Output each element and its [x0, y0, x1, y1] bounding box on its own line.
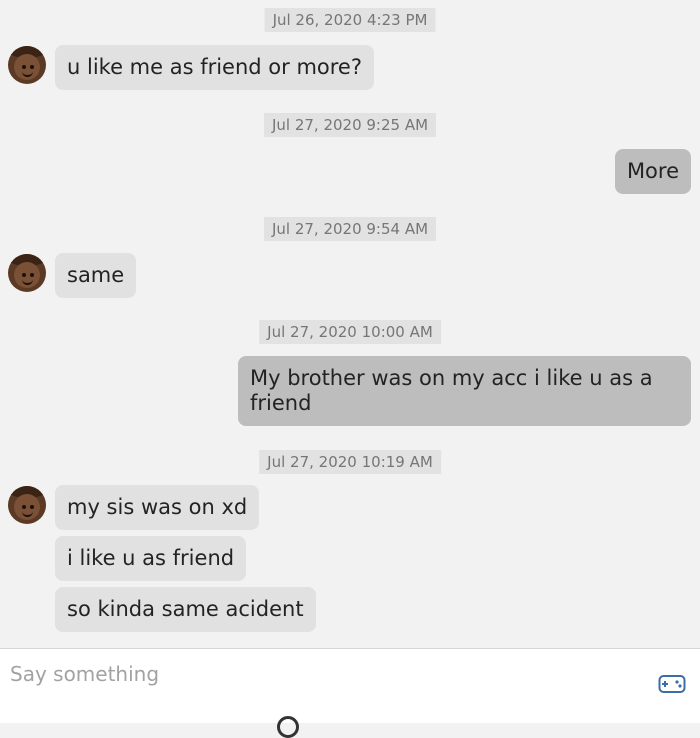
incoming-message: my sis was on xd: [55, 485, 260, 530]
incoming-message: i like u as friend: [55, 536, 247, 581]
timestamp: Jul 27, 2020 10:19 AM: [259, 450, 441, 474]
incoming-message: same: [55, 253, 137, 298]
home-indicator: [277, 716, 299, 738]
avatar[interactable]: [8, 254, 46, 292]
message-composer: [0, 648, 700, 723]
timestamp: Jul 27, 2020 9:54 AM: [263, 217, 437, 241]
timestamp: Jul 27, 2020 10:00 AM: [259, 320, 441, 344]
timestamp: Jul 26, 2020 4:23 PM: [264, 8, 436, 32]
incoming-message: u like me as friend or more?: [55, 45, 374, 90]
gamepad-icon[interactable]: [658, 673, 686, 695]
timestamp: Jul 27, 2020 9:25 AM: [263, 113, 437, 137]
outgoing-message: More: [614, 149, 691, 194]
chat-thread: Jul 26, 2020 4:23 PM u like me as friend…: [0, 0, 700, 648]
outgoing-message: My brother was on my acc i like u as a f…: [238, 356, 691, 426]
incoming-message: so kinda same acident: [55, 587, 316, 632]
avatar[interactable]: [8, 46, 46, 84]
avatar[interactable]: [8, 486, 46, 524]
message-input[interactable]: [0, 653, 620, 695]
